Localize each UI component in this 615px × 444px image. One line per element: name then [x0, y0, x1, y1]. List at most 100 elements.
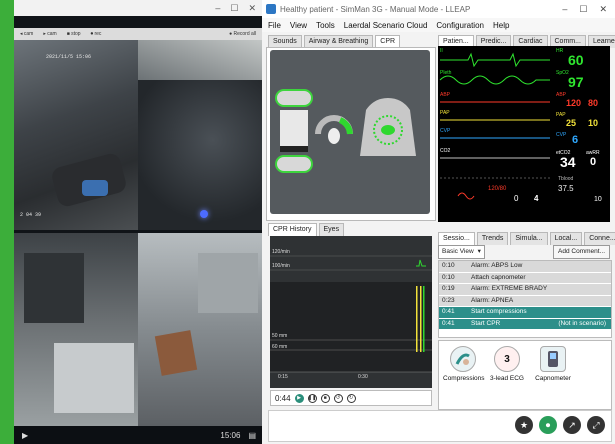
- video-toolbar: ◂ cam ▸ cam ■ stop ⏺ rec ● Record all: [14, 28, 262, 40]
- event-log: 0:10 Alarm: ABPS Low 0:10 Attach capnomete…: [438, 260, 612, 338]
- monitor-waveforms: [439, 52, 550, 200]
- etco2-value: 34: [560, 154, 576, 170]
- rate-trace: [416, 259, 426, 267]
- stop-icon[interactable]: ■: [320, 393, 330, 403]
- cpr-history-chart: 120/min 100/min 50 mm 60 mm 0:15 0:30: [270, 236, 432, 388]
- camera-feed-4[interactable]: [138, 233, 262, 426]
- hand-icon: [381, 125, 395, 135]
- menu-scenario-cloud[interactable]: Laerdal Scenario Cloud: [344, 21, 428, 30]
- y-label-50mm: 50 mm: [272, 333, 288, 339]
- close-icon[interactable]: ✕: [599, 4, 607, 15]
- fullscreen-icon[interactable]: ⤢: [587, 416, 605, 434]
- play-icon[interactable]: ▶: [22, 431, 28, 440]
- log-note: [606, 284, 611, 295]
- log-row[interactable]: 0:41 Start compressions: [439, 307, 611, 319]
- tab-cpr-history[interactable]: CPR History: [268, 223, 317, 236]
- log-time: 0:19: [442, 285, 455, 292]
- chevron-down-icon: ▾: [477, 248, 481, 255]
- compression-top-indicator: [275, 89, 313, 107]
- rewind-icon[interactable]: ↺: [333, 393, 343, 403]
- ecg-wave: [440, 52, 550, 68]
- brown-object: [154, 330, 198, 376]
- bottom-toolbar: ★ ⏺ ↗ ⤢: [268, 410, 612, 442]
- cvp-label: CVP: [440, 128, 451, 134]
- camera-feed-3[interactable]: [14, 233, 138, 426]
- play-icon[interactable]: ▶: [294, 393, 304, 403]
- log-note: (Not in scenario): [558, 319, 606, 327]
- minimize-icon[interactable]: –: [562, 4, 567, 15]
- minimize-icon[interactable]: –: [215, 3, 220, 13]
- share-icon[interactable]: ↗: [563, 416, 581, 434]
- menu-configuration[interactable]: Configuration: [436, 21, 484, 30]
- action-label: Capnometer: [535, 375, 571, 382]
- star-icon[interactable]: ★: [515, 416, 533, 434]
- nibp-trace: [457, 192, 475, 200]
- action-3-lead-ecg[interactable]: 3 3-lead ECG: [487, 346, 527, 382]
- record-all-button[interactable]: ● Record all: [229, 31, 256, 37]
- pap-value: 25: [566, 118, 577, 128]
- cpr-visualization: [270, 50, 430, 214]
- add-comment-button[interactable]: Add Comment...: [553, 245, 610, 259]
- toolbar-item-2[interactable]: ▸ cam: [43, 31, 56, 37]
- action-compressions[interactable]: Compressions: [443, 346, 485, 382]
- nibp-value: 120/80: [488, 186, 507, 192]
- blue-object: [82, 180, 108, 196]
- record-icon[interactable]: ⏺: [539, 416, 557, 434]
- toolbar-item-1[interactable]: ◂ cam: [20, 31, 33, 37]
- log-note: [606, 261, 611, 272]
- y-label-100: 100/min: [272, 263, 290, 269]
- compression-bar-3: [423, 286, 425, 352]
- log-time: 0:41: [442, 308, 455, 315]
- action-label: Compressions: [443, 375, 485, 382]
- compression-bottom-indicator: [275, 155, 313, 173]
- window-title: Healthy patient - SimMan 3G - Manual Mod…: [280, 4, 471, 14]
- close-icon[interactable]: ✕: [248, 3, 256, 14]
- forward-icon[interactable]: ↻: [346, 393, 356, 403]
- toolbar-item-4[interactable]: ⏺ rec: [91, 31, 102, 37]
- abp-dia-value: 80: [588, 98, 599, 108]
- log-row[interactable]: 0:10 Attach capnometer: [439, 272, 611, 284]
- log-row[interactable]: 0:41 Start CPR (Not in scenario): [439, 318, 611, 330]
- cvp-value: 6: [572, 134, 579, 146]
- log-event: Alarm: EXTREME BRADY: [471, 285, 548, 292]
- log-row[interactable]: 0:19 Alarm: EXTREME BRADY: [439, 284, 611, 296]
- maximize-icon[interactable]: ☐: [230, 3, 238, 14]
- menu-view[interactable]: View: [290, 21, 307, 30]
- camera-feed-1[interactable]: 2021/11/5 15:06 2 04 39: [14, 40, 138, 230]
- maximize-icon[interactable]: ☐: [579, 4, 587, 15]
- pause-icon[interactable]: ❚❚: [307, 393, 317, 403]
- view-select-value: Basic View: [442, 248, 474, 255]
- pleth-wave: [439, 75, 550, 85]
- log-event: Start compressions: [471, 308, 527, 315]
- compression-bar-2: [420, 286, 422, 352]
- tab-eyes[interactable]: Eyes: [318, 223, 345, 236]
- view-select[interactable]: Basic View ▾: [438, 245, 485, 259]
- pap-side-label: PAP: [556, 112, 566, 118]
- log-event: Alarm: ABPS Low: [471, 262, 523, 269]
- log-row[interactable]: 0:10 Alarm: ABPS Low: [439, 261, 611, 273]
- spo2-value: 97: [568, 74, 584, 90]
- lleap-window: Healthy patient - SimMan 3G - Manual Mod…: [262, 0, 615, 444]
- log-note: [606, 296, 611, 307]
- menu-tools[interactable]: Tools: [316, 21, 335, 30]
- tof-value: 0: [514, 194, 519, 203]
- log-event: Attach capnometer: [471, 273, 526, 281]
- menu-file[interactable]: File: [268, 21, 281, 30]
- abp-label: ABP: [440, 92, 451, 98]
- cpr-history-svg: [270, 255, 432, 373]
- menu-help[interactable]: Help: [493, 21, 509, 30]
- camera-feed-2[interactable]: [138, 40, 262, 230]
- pleth-label: Pleth: [440, 70, 452, 76]
- video-window: – ☐ ✕ ◂ cam ▸ cam ■ stop ⏺ rec ● Record …: [14, 0, 262, 444]
- camera-timestamp: 2021/11/5 15:06: [46, 54, 92, 60]
- tblood-label: Tblood: [558, 176, 574, 182]
- x-label-030: 0:30: [358, 374, 368, 380]
- hr-value: 60: [568, 52, 584, 68]
- log-row[interactable]: 0:23 Alarm: APNEA: [439, 295, 611, 307]
- temp-value: 37.5: [558, 184, 574, 193]
- toolbar-item-3[interactable]: ■ stop: [67, 31, 81, 37]
- action-capnometer[interactable]: Capnometer: [533, 346, 573, 382]
- menu-icon[interactable]: ▤: [248, 431, 256, 440]
- history-tabs: CPR History Eyes: [268, 223, 345, 236]
- log-note: [606, 273, 611, 284]
